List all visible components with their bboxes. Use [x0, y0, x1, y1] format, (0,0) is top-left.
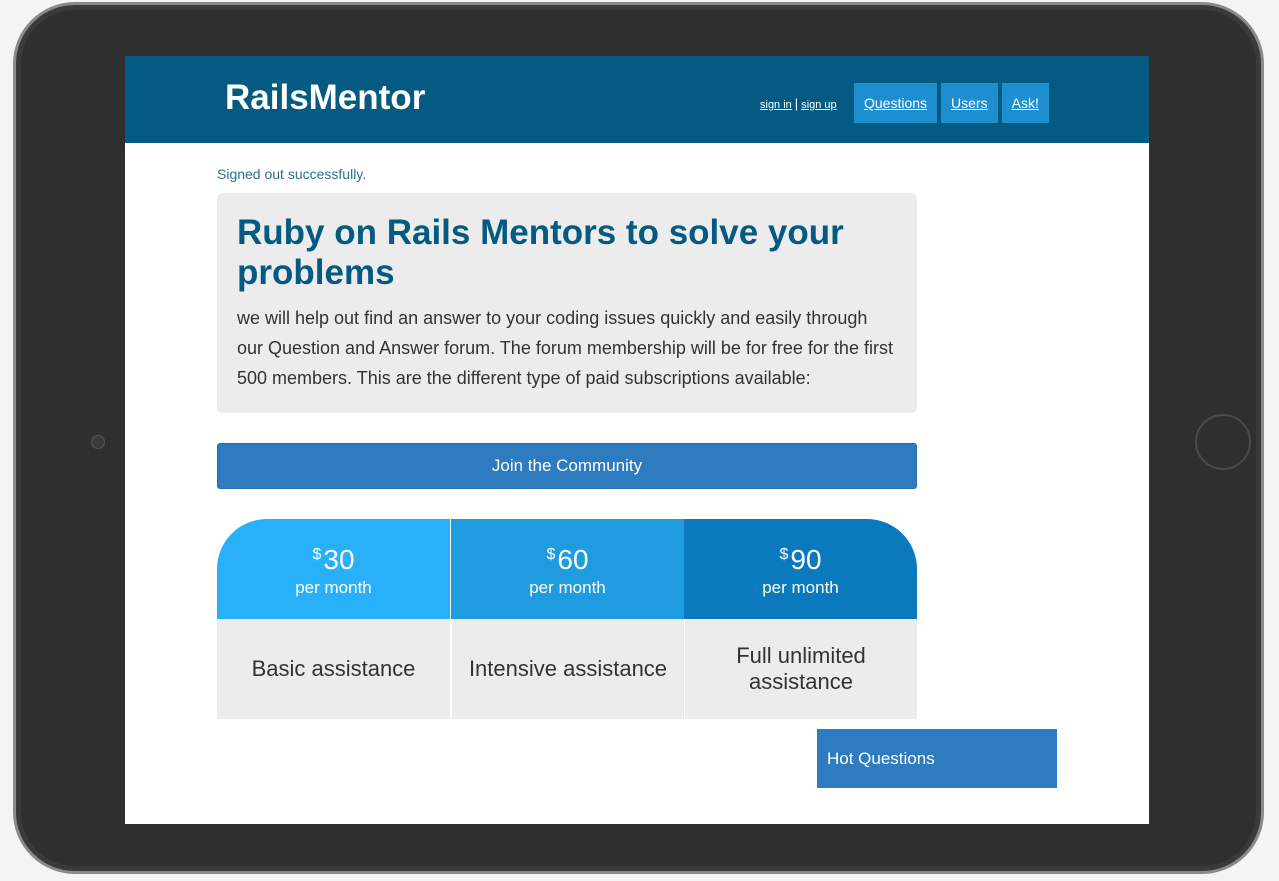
hero-title: Ruby on Rails Mentors to solve your prob… — [237, 213, 844, 292]
home-button[interactable] — [1195, 414, 1251, 470]
main-nav: Questions Users Ask! — [854, 83, 1049, 123]
currency-symbol: $ — [779, 546, 789, 563]
brand-logo[interactable]: RailsMentor — [225, 78, 425, 118]
plan-description: Basic assistance — [217, 619, 450, 719]
currency-symbol: $ — [546, 546, 556, 563]
hot-questions-header[interactable]: Hot Questions — [817, 729, 1057, 788]
sign-in-link[interactable]: sign in — [760, 99, 792, 111]
hero-description: we will help out find an answer to your … — [237, 308, 893, 388]
auth-links: sign in | sign up — [760, 96, 837, 111]
plan-full[interactable]: $90 per month Full unlimited assistance — [684, 519, 917, 719]
navbar: RailsMentor sign in | sign up Questions Us… — [125, 56, 1149, 143]
price-period: per month — [529, 578, 606, 597]
price-amount: 30 — [323, 544, 355, 575]
price-amount: 60 — [557, 544, 589, 575]
join-community-button[interactable]: Join the Community — [217, 443, 917, 489]
hero-panel: Ruby on Rails Mentors to solve your prob… — [217, 193, 917, 413]
nav-ask[interactable]: Ask! — [1001, 83, 1049, 123]
pricing-table: $30 per month Basic assistance $60 per m… — [217, 519, 917, 719]
nav-users[interactable]: Users — [941, 83, 998, 123]
flash-notice: Signed out successfully. — [217, 166, 367, 182]
price-period: per month — [762, 578, 839, 597]
auth-separator: | — [794, 96, 799, 111]
camera-icon — [91, 435, 105, 449]
plan-intensive[interactable]: $60 per month Intensive assistance — [451, 519, 684, 719]
plan-price: $60 — [451, 539, 684, 576]
plan-description: Full unlimited assistance — [684, 619, 917, 719]
plan-header: $60 per month — [451, 519, 684, 619]
price-period: per month — [295, 578, 372, 597]
plan-basic[interactable]: $30 per month Basic assistance — [217, 519, 450, 719]
currency-symbol: $ — [312, 546, 322, 563]
plan-description: Intensive assistance — [451, 619, 684, 719]
plan-price: $90 — [684, 539, 917, 576]
sign-up-link[interactable]: sign up — [801, 99, 836, 111]
price-amount: 90 — [790, 544, 822, 575]
plan-header: $90 per month — [684, 519, 917, 619]
page-viewport: RailsMentor sign in | sign up Questions Us… — [125, 56, 1149, 824]
plan-price: $30 — [217, 539, 450, 576]
nav-questions[interactable]: Questions — [854, 83, 938, 123]
plan-header: $30 per month — [217, 519, 450, 619]
